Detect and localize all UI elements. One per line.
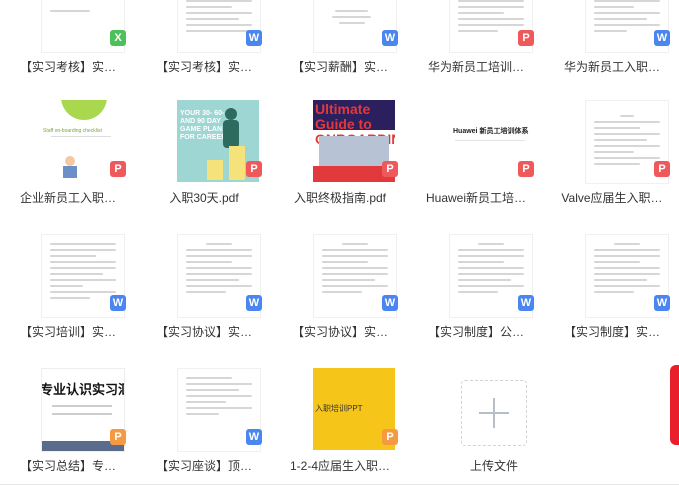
file-item[interactable]: Ultimate Guide to ONBOARDING P 入职终极指南.pd… [272, 100, 408, 230]
file-item[interactable]: W 【实习座谈】顶… [136, 368, 272, 498]
word-icon: W [246, 295, 262, 311]
word-icon: W [382, 30, 398, 46]
pdf-icon: P [110, 161, 126, 177]
file-name: 1-2-4应届生入职… [289, 459, 390, 473]
file-name: 【实习总结】专… [19, 459, 116, 473]
file-item[interactable]: P Valve应届生入职… [544, 100, 679, 230]
file-item[interactable]: X 【实习考核】实… [0, 0, 136, 99]
word-icon: W [654, 30, 670, 46]
file-name: 【实习制度】公… [427, 325, 524, 339]
file-name: 【实习座谈】顶… [155, 459, 252, 473]
file-name: 企业新员工入职… [19, 191, 116, 205]
upload-file-button[interactable] [461, 380, 527, 446]
file-item[interactable]: 专业认识实习汇 P 【实习总结】专… [0, 368, 136, 498]
file-item[interactable]: W 【实习考核】实… [136, 0, 272, 99]
file-item[interactable]: Huawei 新员工培训体系 P Huawei新员工培… [408, 100, 544, 230]
pdf-icon: P [654, 161, 670, 177]
file-name: 【实习薪酬】实… [291, 60, 388, 74]
file-item[interactable]: YOUR 30- 60- AND 90 DAY GAME PLAN FOR CA… [136, 100, 272, 230]
file-name: 华为新员工入职… [563, 60, 660, 74]
file-name: 【实习考核】实… [155, 60, 252, 74]
file-item[interactable]: W 【实习培训】实… [0, 234, 136, 364]
file-name: 入职30天.pdf [169, 191, 239, 205]
pdf-icon: P [382, 161, 398, 177]
excel-icon: X [110, 30, 126, 46]
file-name: Valve应届生入职… [561, 191, 663, 205]
file-item[interactable]: W 【实习制度】实… [544, 234, 679, 364]
word-icon: W [246, 429, 262, 445]
pdf-icon: P [246, 161, 262, 177]
file-name: Huawei新员工培… [425, 191, 527, 205]
word-icon: W [110, 295, 126, 311]
side-floating-button[interactable] [670, 365, 679, 445]
file-item[interactable]: W 华为新员工入职… [544, 0, 679, 99]
plus-icon [493, 398, 495, 428]
word-icon: W [382, 295, 398, 311]
file-name: 入职终极指南.pdf [293, 191, 387, 205]
file-name: 【实习协议】实… [291, 325, 388, 339]
file-item[interactable]: P 华为新员工培训… [408, 0, 544, 99]
file-name: 华为新员工培训… [427, 60, 524, 74]
word-icon: W [246, 30, 262, 46]
ppt-icon: P [110, 429, 126, 445]
upload-file-label: 上传文件 [469, 459, 518, 473]
ppt-icon: P [382, 429, 398, 445]
file-item[interactable]: 入职培训PPT P 1-2-4应届生入职… [272, 368, 408, 498]
word-icon: W [654, 295, 670, 311]
file-name: 【实习协议】实… [155, 325, 252, 339]
file-item[interactable]: W 【实习薪酬】实… [272, 0, 408, 99]
file-name: 【实习制度】实… [563, 325, 660, 339]
word-icon: W [518, 295, 534, 311]
file-item[interactable]: W 【实习协议】实… [272, 234, 408, 364]
pdf-icon: P [518, 30, 534, 46]
file-grid: X 【实习考核】实… W 【实习考核】实… W 【实习薪酬】实… P 华为新员工… [0, 0, 679, 490]
pdf-icon: P [518, 161, 534, 177]
file-name: 【实习培训】实… [19, 325, 116, 339]
file-item[interactable]: W 【实习协议】实… [136, 234, 272, 364]
file-item[interactable]: Staff on-boarding checklist P 企业新员工入职… [0, 100, 136, 230]
file-item[interactable]: W 【实习制度】公… [408, 234, 544, 364]
divider [0, 484, 679, 485]
file-name: 【实习考核】实… [19, 60, 116, 74]
